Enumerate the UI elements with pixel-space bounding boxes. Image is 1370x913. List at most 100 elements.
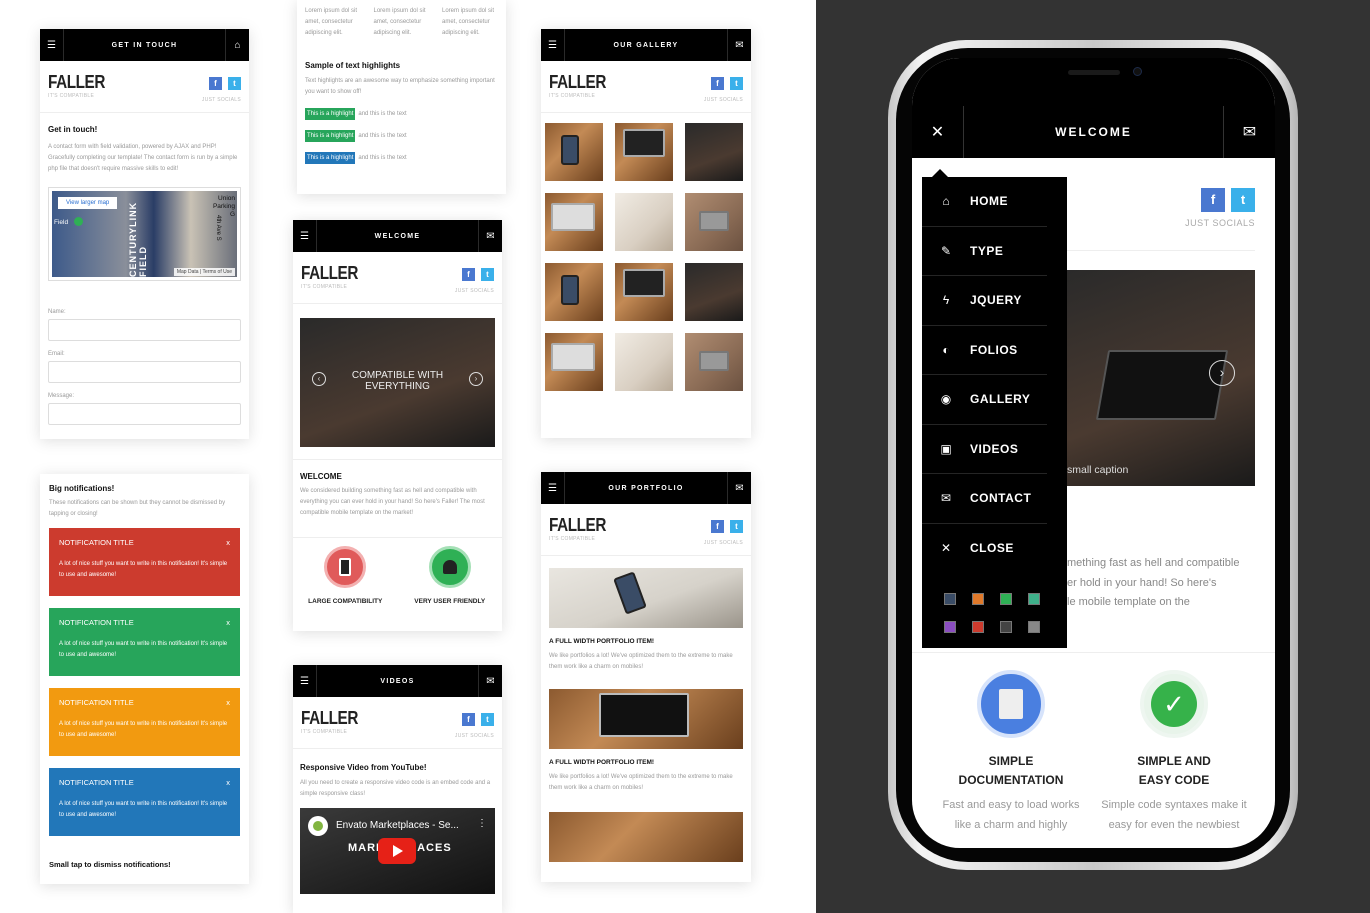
notification-blue[interactable]: NOTIFICATION TITLE x A lot of nice stuff …	[49, 768, 240, 836]
gallery-thumb[interactable]	[545, 263, 603, 321]
gallery-thumb[interactable]	[545, 123, 603, 181]
menu-item-gallery[interactable]: ◉ GALLERY	[922, 375, 1047, 425]
gallery-thumb[interactable]	[545, 333, 603, 391]
map[interactable]: View larger map CENTURYLINK FIELD Union …	[48, 187, 241, 281]
color-swatch[interactable]	[944, 593, 956, 605]
menu-item-home[interactable]: ⌂ HOME	[922, 177, 1047, 227]
gallery-grid	[541, 113, 751, 391]
mail-icon[interactable]: ✉	[477, 665, 502, 697]
color-swatch[interactable]	[972, 621, 984, 633]
contact-header: ☰ GET IN TOUCH ⌂	[40, 29, 249, 61]
logo-tagline: IT'S COMPATIBLE	[301, 284, 348, 290]
logo[interactable]: FALLER	[301, 709, 358, 727]
menu-item-jquery[interactable]: ϟ JQUERY	[922, 276, 1047, 326]
menu-item-contact[interactable]: ✉ CONTACT	[922, 474, 1047, 524]
menu-item-videos[interactable]: ▣ VIDEOS	[922, 425, 1047, 474]
map-label-parking: Union Parking G	[212, 195, 235, 218]
gallery-thumb[interactable]	[685, 333, 743, 391]
video-title[interactable]: Envato Marketplaces - Se...	[336, 820, 459, 831]
phone-slider[interactable]: › small caption	[1062, 270, 1255, 486]
twitter-icon[interactable]: t	[481, 713, 494, 726]
twitter-icon[interactable]: t	[730, 77, 743, 90]
name-field[interactable]	[48, 319, 241, 341]
gallery-thumb[interactable]	[685, 263, 743, 321]
gallery-thumb[interactable]	[615, 333, 673, 391]
portfolio-image[interactable]	[549, 689, 743, 749]
slider-next-icon[interactable]: ›	[469, 372, 483, 386]
facebook-icon[interactable]: f	[209, 77, 222, 90]
gallery-thumb[interactable]	[615, 193, 673, 251]
logo[interactable]: FALLER	[48, 73, 105, 91]
menu-item-label: JQUERY	[970, 293, 1022, 308]
facebook-icon[interactable]: f	[711, 77, 724, 90]
close-icon[interactable]: x	[226, 618, 230, 627]
menu-item-folios[interactable]: ◐ FOLIOS	[922, 326, 1047, 375]
view-larger-map-button[interactable]: View larger map	[58, 197, 118, 209]
slider-prev-icon[interactable]: ‹	[312, 372, 326, 386]
mail-icon[interactable]: ✉	[1222, 106, 1275, 158]
menu-icon[interactable]: ☰	[541, 29, 565, 61]
close-icon[interactable]: x	[226, 778, 230, 787]
notification-orange[interactable]: NOTIFICATION TITLE x A lot of nice stuff …	[49, 688, 240, 756]
gallery-thumb[interactable]	[685, 123, 743, 181]
menu-icon[interactable]: ☰	[293, 665, 317, 697]
facebook-icon[interactable]: f	[462, 268, 475, 281]
slider-next-icon[interactable]: ›	[1209, 360, 1235, 386]
facebook-icon[interactable]: f	[1201, 188, 1225, 212]
twitter-icon[interactable]: t	[481, 268, 494, 281]
feature-large-compatibility: LARGE COMPATIBILITY	[308, 598, 383, 605]
check-icon: ✓	[1140, 670, 1208, 738]
facebook-icon[interactable]: f	[711, 520, 724, 533]
film-icon: ▣	[940, 441, 952, 456]
logo[interactable]: FALLER	[301, 264, 358, 282]
highlights-card: Lorem ipsum dol sit amet, consectetur ad…	[297, 0, 506, 194]
twitter-icon[interactable]: t	[228, 77, 241, 90]
notification-red[interactable]: NOTIFICATION TITLE x A lot of nice stuff …	[49, 528, 240, 596]
gallery-thumb[interactable]	[615, 263, 673, 321]
socials-label: JUST SOCIALS	[201, 97, 241, 103]
close-icon[interactable]: x	[226, 698, 230, 707]
slider[interactable]: ‹ COMPATIBLE WITH EVERYTHING ›	[300, 318, 495, 447]
gallery-thumb[interactable]	[615, 123, 673, 181]
color-swatch[interactable]	[1000, 621, 1012, 633]
color-swatch[interactable]	[1028, 621, 1040, 633]
video-more-icon[interactable]: ⋮	[477, 818, 487, 829]
logo[interactable]: FALLER	[549, 516, 606, 534]
youtube-play-icon[interactable]	[378, 838, 416, 864]
home-icon: ⌂	[942, 194, 950, 209]
mail-icon[interactable]: ✉	[727, 29, 751, 61]
phone-header: ✕ WELCOME ✉	[912, 106, 1275, 158]
message-field[interactable]	[48, 403, 241, 425]
facebook-icon[interactable]: f	[462, 713, 475, 726]
email-field[interactable]	[48, 361, 241, 383]
video-player[interactable]: Envato Marketplaces - Se... ⋮ MARKETPLAC…	[300, 808, 495, 894]
color-swatch[interactable]	[972, 593, 984, 605]
notification-green[interactable]: NOTIFICATION TITLE x A lot of nice stuff …	[49, 608, 240, 676]
twitter-icon[interactable]: t	[1231, 188, 1255, 212]
twitter-icon[interactable]: t	[730, 520, 743, 533]
menu-item-label: CONTACT	[970, 491, 1032, 506]
menu-item-type[interactable]: ✎ TYPE	[922, 227, 1047, 276]
logo[interactable]: FALLER	[549, 73, 606, 91]
color-swatch[interactable]	[1000, 593, 1012, 605]
gallery-thumb[interactable]	[685, 193, 743, 251]
menu-icon[interactable]: ☰	[541, 472, 565, 504]
menu-icon[interactable]: ☰	[293, 220, 317, 252]
portfolio-image[interactable]	[549, 568, 743, 628]
mail-icon[interactable]: ✉	[726, 472, 751, 504]
contact-card: ☰ GET IN TOUCH ⌂ FALLER IT'S COMPATIBLE …	[40, 29, 249, 439]
color-swatch[interactable]	[944, 621, 956, 633]
mail-icon[interactable]: ✉	[478, 220, 502, 252]
portfolio-image[interactable]	[549, 812, 743, 862]
gallery-thumb[interactable]	[545, 193, 603, 251]
menu-icon[interactable]: ☰	[40, 29, 64, 61]
menu-item-close[interactable]: ✕ CLOSE	[922, 524, 1047, 574]
close-icon[interactable]: x	[226, 538, 230, 547]
feature-simple: SIMPLE	[988, 754, 1034, 768]
socials-label: JUST SOCIALS	[703, 97, 743, 103]
color-swatch[interactable]	[1028, 593, 1040, 605]
close-icon[interactable]: ✕	[912, 106, 964, 158]
map-terms-link[interactable]: Terms of Use	[203, 269, 232, 275]
notification-message: A lot of nice stuff you want to write in…	[59, 561, 228, 578]
home-icon[interactable]: ⌂	[224, 29, 249, 61]
